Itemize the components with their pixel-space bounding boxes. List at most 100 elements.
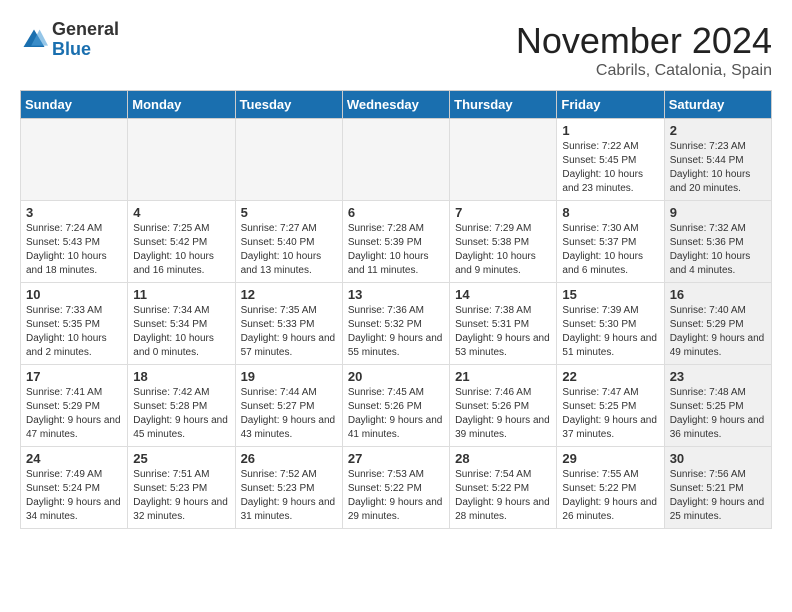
calendar-table: SundayMondayTuesdayWednesdayThursdayFrid…: [20, 90, 772, 529]
calendar-day-4: 4 Sunrise: 7:25 AM Sunset: 5:42 PM Daylig…: [128, 201, 235, 283]
day-info: Sunrise: 7:52 AM Sunset: 5:23 PM Dayligh…: [241, 468, 337, 524]
calendar-day-empty: [21, 119, 128, 201]
calendar-day-27: 27 Sunrise: 7:53 AM Sunset: 5:22 PM Dayli…: [342, 447, 449, 529]
week-row-2: 3 Sunrise: 7:24 AM Sunset: 5:43 PM Daylig…: [21, 201, 772, 283]
day-info: Sunrise: 7:54 AM Sunset: 5:22 PM Dayligh…: [455, 468, 551, 524]
day-info: Sunrise: 7:25 AM Sunset: 5:42 PM Dayligh…: [133, 222, 229, 278]
calendar-day-16: 16Sunrise: 7:40 AM Sunset: 5:29 PM Dayli…: [664, 283, 771, 365]
week-row-3: 10 Sunrise: 7:33 AM Sunset: 5:35 PM Dayli…: [21, 283, 772, 365]
calendar-day-7: 7 Sunrise: 7:29 AM Sunset: 5:38 PM Daylig…: [450, 201, 557, 283]
calendar-day-empty: [235, 119, 342, 201]
logo-text: General Blue: [52, 20, 119, 60]
calendar-day-12: 12Sunrise: 7:35 AM Sunset: 5:33 PM Dayli…: [235, 283, 342, 365]
weekday-header-saturday: Saturday: [664, 91, 771, 119]
calendar-day-14: 14Sunrise: 7:38 AM Sunset: 5:31 PM Dayli…: [450, 283, 557, 365]
day-number: 5: [241, 205, 337, 220]
header: General Blue November 2024 Cabrils, Cata…: [20, 20, 772, 80]
weekday-header-sunday: Sunday: [21, 91, 128, 119]
day-number: 2: [670, 123, 766, 138]
calendar-day-10: 10 Sunrise: 7:33 AM Sunset: 5:35 PM Dayli…: [21, 283, 128, 365]
day-info: Sunrise: 7:22 AM Sunset: 5:45 PM Dayligh…: [562, 140, 658, 196]
day-info: Sunrise: 7:49 AM Sunset: 5:24 PM Dayligh…: [26, 468, 122, 524]
week-row-5: 24Sunrise: 7:49 AM Sunset: 5:24 PM Dayli…: [21, 447, 772, 529]
day-info: Sunrise: 7:39 AM Sunset: 5:30 PM Dayligh…: [562, 304, 658, 360]
calendar-day-9: 9 Sunrise: 7:32 AM Sunset: 5:36 PM Daylig…: [664, 201, 771, 283]
logo-blue-text: Blue: [52, 40, 119, 60]
calendar-day-empty: [450, 119, 557, 201]
calendar-day-empty: [342, 119, 449, 201]
day-number: 19: [241, 369, 337, 384]
day-number: 10: [26, 287, 122, 302]
day-info: Sunrise: 7:42 AM Sunset: 5:28 PM Dayligh…: [133, 386, 229, 442]
calendar-day-17: 17 Sunrise: 7:41 AM Sunset: 5:29 PM Dayli…: [21, 365, 128, 447]
calendar-day-5: 5Sunrise: 7:27 AM Sunset: 5:40 PM Daylig…: [235, 201, 342, 283]
day-info: Sunrise: 7:29 AM Sunset: 5:38 PM Dayligh…: [455, 222, 551, 278]
day-number: 8: [562, 205, 658, 220]
week-row-1: 1 Sunrise: 7:22 AM Sunset: 5:45 PM Daylig…: [21, 119, 772, 201]
day-number: 21: [455, 369, 551, 384]
calendar-day-15: 15 Sunrise: 7:39 AM Sunset: 5:30 PM Dayli…: [557, 283, 664, 365]
day-info: Sunrise: 7:44 AM Sunset: 5:27 PM Dayligh…: [241, 386, 337, 442]
day-info: Sunrise: 7:41 AM Sunset: 5:29 PM Dayligh…: [26, 386, 122, 442]
weekday-header-wednesday: Wednesday: [342, 91, 449, 119]
day-info: Sunrise: 7:46 AM Sunset: 5:26 PM Dayligh…: [455, 386, 551, 442]
day-number: 28: [455, 451, 551, 466]
day-number: 13: [348, 287, 444, 302]
calendar-day-26: 26Sunrise: 7:52 AM Sunset: 5:23 PM Dayli…: [235, 447, 342, 529]
day-info: Sunrise: 7:24 AM Sunset: 5:43 PM Dayligh…: [26, 222, 122, 278]
month-title: November 2024: [516, 20, 772, 62]
day-info: Sunrise: 7:23 AM Sunset: 5:44 PM Dayligh…: [670, 140, 766, 196]
calendar-day-1: 1 Sunrise: 7:22 AM Sunset: 5:45 PM Daylig…: [557, 119, 664, 201]
calendar-day-28: 28 Sunrise: 7:54 AM Sunset: 5:22 PM Dayli…: [450, 447, 557, 529]
weekday-header-tuesday: Tuesday: [235, 91, 342, 119]
day-number: 11: [133, 287, 229, 302]
calendar-day-3: 3 Sunrise: 7:24 AM Sunset: 5:43 PM Daylig…: [21, 201, 128, 283]
day-info: Sunrise: 7:34 AM Sunset: 5:34 PM Dayligh…: [133, 304, 229, 360]
logo-icon: [20, 26, 48, 54]
day-number: 15: [562, 287, 658, 302]
day-number: 20: [348, 369, 444, 384]
day-number: 3: [26, 205, 122, 220]
weekday-header-monday: Monday: [128, 91, 235, 119]
day-number: 9: [670, 205, 766, 220]
day-info: Sunrise: 7:40 AM Sunset: 5:29 PM Dayligh…: [670, 304, 766, 360]
day-info: Sunrise: 7:47 AM Sunset: 5:25 PM Dayligh…: [562, 386, 658, 442]
day-number: 23: [670, 369, 766, 384]
day-number: 18: [133, 369, 229, 384]
calendar-day-22: 22 Sunrise: 7:47 AM Sunset: 5:25 PM Dayli…: [557, 365, 664, 447]
day-info: Sunrise: 7:53 AM Sunset: 5:22 PM Dayligh…: [348, 468, 444, 524]
day-number: 17: [26, 369, 122, 384]
calendar-day-20: 20 Sunrise: 7:45 AM Sunset: 5:26 PM Dayli…: [342, 365, 449, 447]
calendar-day-24: 24Sunrise: 7:49 AM Sunset: 5:24 PM Dayli…: [21, 447, 128, 529]
calendar-day-empty: [128, 119, 235, 201]
calendar-day-19: 19 Sunrise: 7:44 AM Sunset: 5:27 PM Dayli…: [235, 365, 342, 447]
day-number: 1: [562, 123, 658, 138]
day-info: Sunrise: 7:48 AM Sunset: 5:25 PM Dayligh…: [670, 386, 766, 442]
day-number: 29: [562, 451, 658, 466]
day-info: Sunrise: 7:30 AM Sunset: 5:37 PM Dayligh…: [562, 222, 658, 278]
day-number: 30: [670, 451, 766, 466]
calendar-day-11: 11 Sunrise: 7:34 AM Sunset: 5:34 PM Dayli…: [128, 283, 235, 365]
day-number: 6: [348, 205, 444, 220]
day-number: 22: [562, 369, 658, 384]
calendar-day-13: 13 Sunrise: 7:36 AM Sunset: 5:32 PM Dayli…: [342, 283, 449, 365]
day-number: 7: [455, 205, 551, 220]
day-number: 27: [348, 451, 444, 466]
day-info: Sunrise: 7:36 AM Sunset: 5:32 PM Dayligh…: [348, 304, 444, 360]
calendar-day-23: 23 Sunrise: 7:48 AM Sunset: 5:25 PM Dayli…: [664, 365, 771, 447]
day-info: Sunrise: 7:32 AM Sunset: 5:36 PM Dayligh…: [670, 222, 766, 278]
logo: General Blue: [20, 20, 119, 60]
location-title: Cabrils, Catalonia, Spain: [516, 62, 772, 80]
day-info: Sunrise: 7:38 AM Sunset: 5:31 PM Dayligh…: [455, 304, 551, 360]
day-info: Sunrise: 7:28 AM Sunset: 5:39 PM Dayligh…: [348, 222, 444, 278]
logo-general-text: General: [52, 20, 119, 40]
weekday-header-friday: Friday: [557, 91, 664, 119]
day-info: Sunrise: 7:35 AM Sunset: 5:33 PM Dayligh…: [241, 304, 337, 360]
day-info: Sunrise: 7:55 AM Sunset: 5:22 PM Dayligh…: [562, 468, 658, 524]
calendar-day-8: 8 Sunrise: 7:30 AM Sunset: 5:37 PM Daylig…: [557, 201, 664, 283]
day-info: Sunrise: 7:45 AM Sunset: 5:26 PM Dayligh…: [348, 386, 444, 442]
day-number: 4: [133, 205, 229, 220]
week-row-4: 17 Sunrise: 7:41 AM Sunset: 5:29 PM Dayli…: [21, 365, 772, 447]
day-info: Sunrise: 7:33 AM Sunset: 5:35 PM Dayligh…: [26, 304, 122, 360]
calendar-day-25: 25Sunrise: 7:51 AM Sunset: 5:23 PM Dayli…: [128, 447, 235, 529]
